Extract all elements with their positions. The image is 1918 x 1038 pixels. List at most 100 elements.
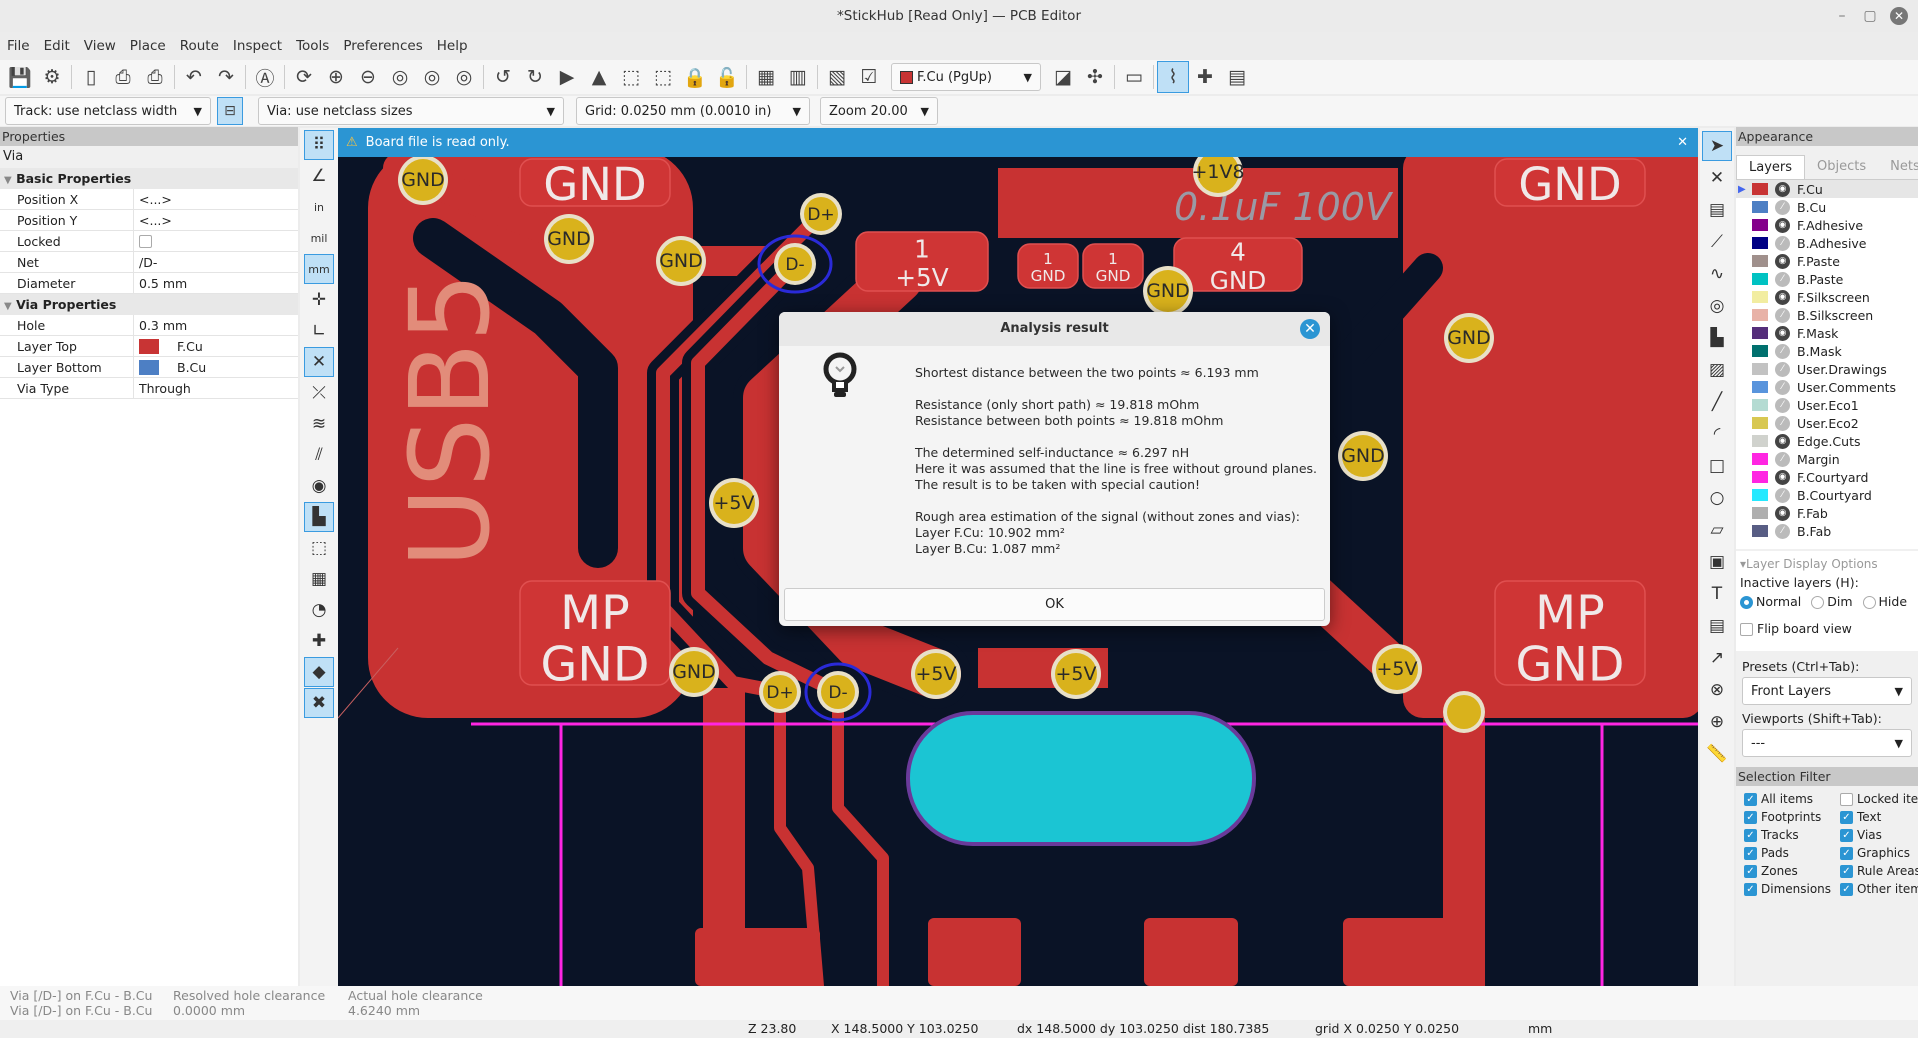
zoom-fit-icon[interactable]: ◎	[384, 61, 416, 93]
zoom-in-icon[interactable]: ⊕	[320, 61, 352, 93]
layer-color-swatch[interactable]	[1752, 219, 1768, 231]
image-icon[interactable]: ▣	[1702, 547, 1732, 577]
refresh-icon[interactable]: ⟳	[288, 61, 320, 93]
filter-pads[interactable]: ✓ Pads	[1744, 846, 1840, 860]
property-value[interactable]: <...>	[134, 210, 172, 230]
delete-icon[interactable]: ⊗	[1702, 675, 1732, 705]
net-colors-icon[interactable]: ≋	[304, 409, 334, 439]
layer-row[interactable]: ◉ F.Mask	[1736, 324, 1918, 342]
layer-row[interactable]: ◉ F.Courtyard	[1736, 468, 1918, 486]
arc-icon[interactable]: ◜	[1702, 419, 1732, 449]
menu-route[interactable]: Route	[173, 34, 226, 58]
add-zone-icon[interactable]: ▙	[1702, 323, 1732, 353]
presets-select[interactable]: Front Layers ▼	[1742, 677, 1912, 705]
text-icon[interactable]: T	[1702, 579, 1732, 609]
eye-off-icon[interactable]: ⁄	[1775, 487, 1790, 503]
pad[interactable]: 1+5V	[855, 231, 989, 292]
curved-ratsnest-icon[interactable]: ⤫	[304, 378, 334, 408]
checkbox[interactable]: ✓	[1744, 811, 1757, 824]
tab-objects[interactable]: Objects	[1805, 155, 1878, 179]
checkbox[interactable]	[1740, 623, 1753, 636]
save-icon[interactable]: 💾	[4, 61, 36, 93]
filter-zones[interactable]: ✓ Zones	[1744, 864, 1840, 878]
pad[interactable]	[695, 928, 820, 986]
via-outline-icon[interactable]: ◉	[304, 471, 334, 501]
lock-icon[interactable]: 🔒	[679, 61, 711, 93]
zoom-objects-icon[interactable]: ◎	[416, 61, 448, 93]
eye-off-icon[interactable]: ⁄	[1775, 307, 1790, 323]
menu-edit[interactable]: Edit	[37, 34, 77, 58]
layer-pair-icon[interactable]: ◪	[1047, 61, 1079, 93]
zoom-out-icon[interactable]: ⊖	[352, 61, 384, 93]
via[interactable]: GND	[544, 214, 594, 264]
display-options-toggle[interactable]: ▾Layer Display Options	[1740, 557, 1914, 571]
layer-color-swatch[interactable]	[1752, 471, 1768, 483]
eye-icon[interactable]: ◉	[1775, 469, 1790, 485]
via-icon[interactable]: ◎	[1702, 291, 1732, 321]
select-icon[interactable]: ➤	[1702, 131, 1732, 161]
checkbox[interactable]	[1840, 793, 1853, 806]
local-ratsnest-icon[interactable]: ✕	[1702, 163, 1732, 193]
via[interactable]: GND	[1338, 431, 1388, 481]
close-infobar-button[interactable]: ✕	[1677, 135, 1688, 150]
pad-outline-icon[interactable]: ▦	[304, 564, 334, 594]
track-outline-icon[interactable]: ⫽	[304, 440, 334, 470]
via[interactable]: GND	[398, 155, 448, 205]
measure-icon[interactable]: 📏	[1702, 739, 1732, 769]
radio-button[interactable]	[1740, 596, 1753, 609]
property-value[interactable]: <...>	[134, 189, 172, 209]
rule-area-icon[interactable]: ▨	[1702, 355, 1732, 385]
property-value[interactable]: 0.5 mm	[134, 273, 187, 293]
via-properties-group[interactable]: ▼ Via Properties	[0, 294, 298, 315]
via[interactable]: D+	[800, 193, 842, 235]
grid-icon[interactable]: ⠿	[304, 130, 334, 160]
units-in-icon[interactable]: in	[304, 192, 334, 222]
line-icon[interactable]: ╱	[1702, 387, 1732, 417]
group-icon[interactable]: ⬚	[615, 61, 647, 93]
textbox-icon[interactable]: ▤	[1702, 611, 1732, 641]
via[interactable]: GND	[669, 647, 719, 697]
auto-track-width-button[interactable]: ⊟	[217, 97, 243, 125]
via[interactable]: +5V	[1372, 644, 1422, 694]
eye-off-icon[interactable]: ⁄	[1775, 343, 1790, 359]
layer-row[interactable]: ◉ Edge.Cuts	[1736, 432, 1918, 450]
tab-nets[interactable]: Nets	[1878, 155, 1918, 179]
pad[interactable]: GND	[519, 158, 671, 211]
pad[interactable]: 1GND	[1017, 243, 1079, 289]
cursor-crosshair-icon[interactable]: ✛	[304, 285, 334, 315]
layer-stack-icon[interactable]: ◆	[304, 657, 334, 687]
eye-off-icon[interactable]: ⁄	[1775, 397, 1790, 413]
menu-help[interactable]: Help	[430, 34, 475, 58]
track[interactable]	[832, 686, 889, 986]
mirror-v-icon[interactable]: ▲	[583, 61, 615, 93]
layer-color-swatch[interactable]	[1752, 381, 1768, 393]
pad[interactable]: MPGND	[1494, 580, 1646, 693]
layer-row[interactable]: ⁄ B.Paste	[1736, 270, 1918, 288]
units-mil-icon[interactable]: mil	[304, 223, 334, 253]
net-inspector-icon[interactable]: ✣	[1079, 61, 1111, 93]
via[interactable]: +5V	[911, 649, 961, 699]
circle-icon[interactable]: ○	[1702, 483, 1732, 513]
eye-off-icon[interactable]: ⁄	[1775, 235, 1790, 251]
layer-manager-icon[interactable]: ▤	[1221, 61, 1253, 93]
layer-row[interactable]: ⁄ B.Courtyard	[1736, 486, 1918, 504]
checkbox[interactable]: ✓	[1744, 793, 1757, 806]
ungroup-icon[interactable]: ⬚	[647, 61, 679, 93]
radio-button[interactable]	[1862, 596, 1876, 609]
eye-icon[interactable]: ◉	[1775, 433, 1790, 449]
via[interactable]: D-	[817, 671, 859, 713]
scripting-console-icon[interactable]: ▭	[1118, 61, 1150, 93]
menu-inspect[interactable]: Inspect	[226, 34, 289, 58]
viewports-select[interactable]: --- ▼	[1742, 729, 1912, 757]
via[interactable]: D+	[759, 671, 801, 713]
drc-icon[interactable]: ☑	[853, 61, 885, 93]
layer-color-swatch[interactable]	[1752, 417, 1768, 429]
layer-color-swatch[interactable]	[1752, 435, 1768, 447]
close-window-button[interactable]: ✕	[1890, 7, 1908, 25]
eye-off-icon[interactable]: ⁄	[1775, 361, 1790, 377]
layer-row[interactable]: ⁄ User.Eco1	[1736, 396, 1918, 414]
add-footprint-icon[interactable]: ✚	[1189, 61, 1221, 93]
via[interactable]: GND	[656, 236, 706, 286]
zone-outline-icon[interactable]: ⬚	[304, 533, 334, 563]
filter-footprints[interactable]: ✓ Footprints	[1744, 810, 1840, 824]
